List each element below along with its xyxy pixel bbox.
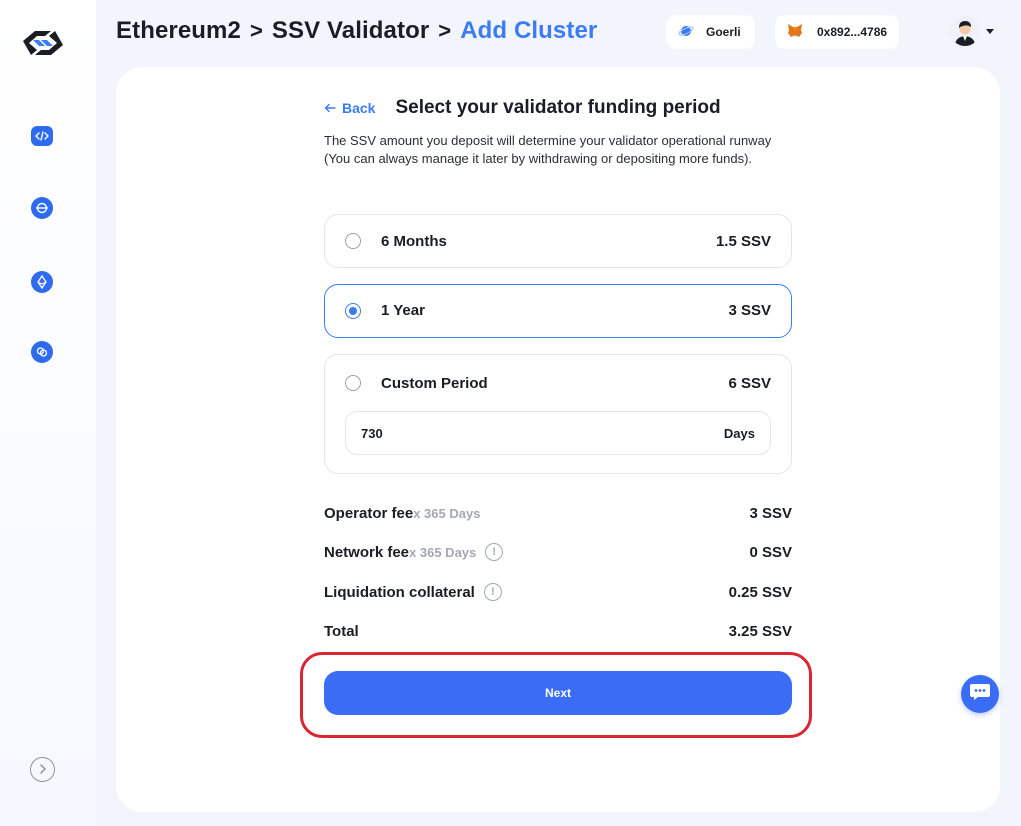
option-value: 6 SSV (728, 374, 771, 392)
network-icon (31, 197, 53, 219)
option-label: 6 Months (381, 232, 447, 250)
page-title: Select your validator funding period (395, 97, 721, 118)
user-menu[interactable] (950, 16, 994, 46)
sidebar-item-ethereum[interactable] (30, 270, 54, 294)
metamask-fox-icon (787, 23, 803, 41)
planet-icon (678, 23, 694, 42)
chat-support-button[interactable] (961, 675, 999, 713)
liquidation-collateral-value: 0.25 SSV (728, 583, 792, 601)
sidebar (0, 0, 96, 826)
network-fee-duration: x 365 Days (409, 544, 477, 560)
option-row: 1 Year 3 SSV (345, 300, 771, 322)
custom-days-field[interactable]: Days (345, 411, 771, 455)
link-icon (31, 341, 53, 363)
network-label: Goerli (706, 25, 741, 39)
ethereum-icon (31, 271, 53, 293)
liquidation-collateral-label: Liquidation collateral (324, 583, 475, 601)
next-button[interactable]: Next (324, 671, 792, 715)
custom-days-input[interactable] (361, 425, 561, 441)
chevron-right-icon (39, 761, 47, 779)
chat-bubble-icon (969, 682, 991, 707)
option-label: Custom Period (381, 374, 488, 392)
days-unit-label: Days (723, 425, 755, 441)
network-selector[interactable]: Goerli (666, 15, 755, 49)
radio-1-year[interactable] (345, 302, 361, 319)
radio-custom-period[interactable] (345, 375, 361, 391)
total-value: 3.25 SSV (728, 622, 792, 640)
arrow-left-icon (324, 100, 336, 116)
total-row: Total 3.25 SSV (324, 620, 792, 642)
option-row: 6 Months 1.5 SSV (345, 230, 771, 252)
radio-6-months[interactable] (345, 233, 361, 249)
breadcrumb-separator: > (249, 18, 263, 43)
sidebar-item-network[interactable] (30, 196, 54, 220)
breadcrumb: Ethereum2 > SSV Validator > Add Cluster (116, 16, 597, 46)
sidebar-item-link[interactable] (30, 340, 54, 364)
info-icon[interactable]: ! (483, 583, 502, 601)
option-label: 1 Year (381, 302, 425, 319)
option-row: Custom Period 6 SSV (345, 372, 771, 394)
total-label: Total (324, 622, 359, 640)
title-row: Back Select your validator funding perio… (324, 97, 792, 119)
code-icon (31, 126, 53, 146)
user-avatar-icon (950, 16, 980, 46)
breadcrumb-separator: > (438, 18, 452, 43)
operator-fee-row: Operator fee x 365 Days 3 SSV (324, 502, 792, 524)
page-description: The SSV amount you deposit will determin… (324, 133, 772, 166)
operator-fee-value: 3 SSV (749, 504, 792, 522)
back-label: Back (342, 100, 376, 116)
network-fee-value: 0 SSV (749, 543, 792, 561)
back-button[interactable]: Back (324, 100, 375, 116)
network-fee-row: Network fee x 365 Days ! 0 SSV (324, 541, 792, 563)
breadcrumb-item-add-cluster: Add Cluster (460, 17, 598, 44)
option-custom-period[interactable]: Custom Period 6 SSV Days (324, 354, 792, 474)
option-value: 1.5 SSV (715, 232, 771, 250)
liquidation-collateral-row: Liquidation collateral ! 0.25 SSV (324, 581, 792, 603)
network-fee-label: Network fee (324, 543, 410, 561)
ssv-logo-icon[interactable] (17, 24, 69, 62)
sidebar-item-code[interactable] (30, 124, 54, 148)
breadcrumb-item-ethereum2[interactable]: Ethereum2 (116, 17, 241, 45)
chevron-down-icon (986, 28, 994, 34)
wallet-button[interactable]: 0x892...4786 (775, 15, 899, 49)
operator-fee-duration: x 365 Days (413, 505, 481, 521)
info-icon[interactable]: ! (485, 543, 504, 561)
option-value: 3 SSV (728, 302, 771, 319)
wallet-address: 0x892...4786 (817, 25, 888, 39)
breadcrumb-item-ssv-validator[interactable]: SSV Validator (272, 17, 429, 45)
main-card: Back Select your validator funding perio… (116, 67, 1000, 812)
sidebar-expand-button[interactable] (30, 757, 55, 782)
operator-fee-label: Operator fee (324, 504, 414, 522)
option-1-year[interactable]: 1 Year 3 SSV (324, 284, 792, 338)
option-6-months[interactable]: 6 Months 1.5 SSV (324, 214, 792, 268)
